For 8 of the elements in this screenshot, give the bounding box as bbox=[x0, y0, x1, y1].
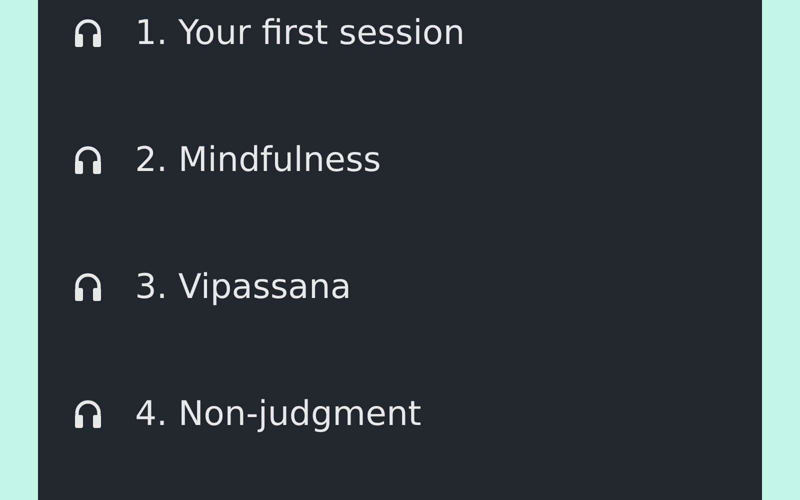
session-title[interactable]: 2. Mindfulness bbox=[135, 140, 382, 180]
headphones-icon bbox=[75, 399, 101, 429]
session-title[interactable]: 4. Non-judgment bbox=[135, 394, 422, 434]
headphones-icon bbox=[75, 145, 101, 175]
session-title[interactable]: 1. Your first session bbox=[135, 13, 465, 53]
headphones-icon bbox=[75, 18, 101, 48]
headphones-icon bbox=[75, 272, 101, 302]
session-title[interactable]: 3. Vipassana bbox=[135, 267, 352, 307]
